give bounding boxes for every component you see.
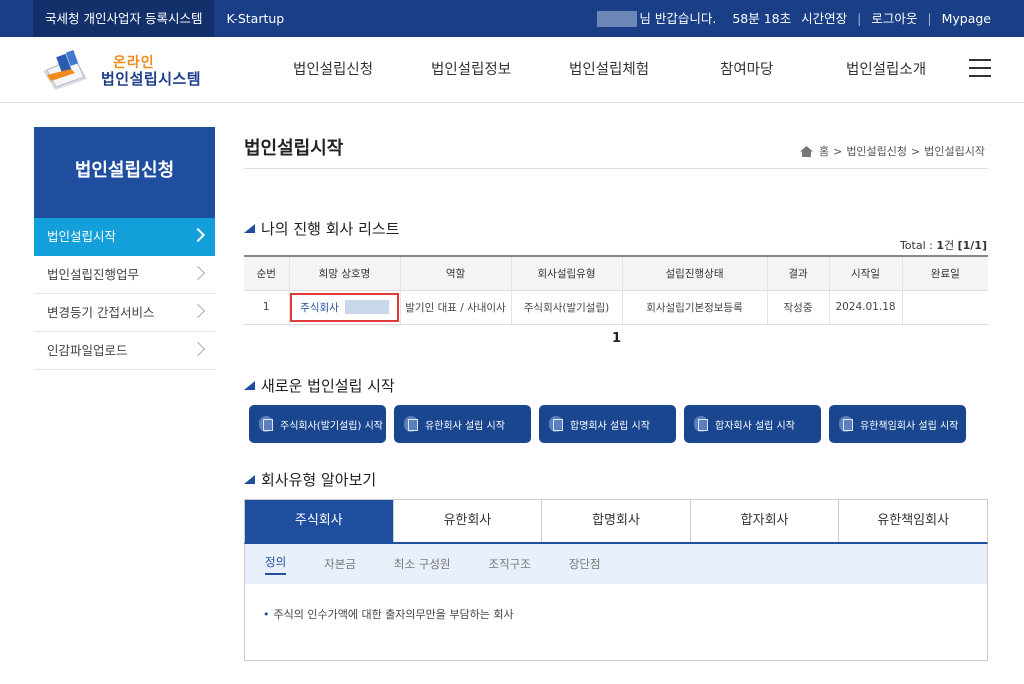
bullet-icon: •	[263, 608, 270, 621]
site-logo[interactable]: 온라인 법인설립시스템	[41, 49, 211, 91]
user-name-masked	[597, 10, 638, 27]
chevron-right-icon	[190, 265, 206, 281]
sidebar-item-start[interactable]: 법인설립시작	[34, 218, 215, 256]
document-icon	[404, 416, 418, 432]
gnb-about[interactable]: 법인설립소개	[846, 37, 926, 103]
logo-line2: 법인설립시스템	[101, 70, 202, 88]
separator: |	[857, 11, 862, 26]
chevron-right-icon	[190, 303, 206, 319]
start-partnership-button[interactable]: 합명회사 설립 시작	[539, 405, 676, 443]
k-startup-link[interactable]: K-Startup	[214, 0, 296, 37]
section-bullet-icon	[244, 381, 255, 390]
sidebar-title: 법인설립신청	[34, 127, 215, 219]
gnb-apply[interactable]: 법인설립신청	[293, 37, 373, 103]
mypage-link[interactable]: Mypage	[942, 0, 991, 37]
start-stock-company-button[interactable]: 주식회사(발기설립) 시작	[249, 405, 386, 443]
page-title: 법인설립시작	[244, 138, 344, 159]
table-row: 1 주식회사 발기인 대표 / 사내이사 주식회사(발기설립) 회사설립기본정보…	[244, 290, 988, 325]
nts-registration-link[interactable]: 국세청 개인사업자 등록시스템	[33, 0, 215, 37]
section-title-new-start: 새로운 법인설립 시작	[244, 375, 395, 396]
table-header-row: 순번 희망 상호명 역할 회사설립유형 설립진행상태 결과 시작일 완료일	[244, 255, 988, 291]
start-limited-company-button[interactable]: 유한회사 설립 시작	[394, 405, 531, 443]
sidebar-item-label: 인감파일업로드	[47, 343, 128, 358]
extend-session-link[interactable]: 시간연장	[801, 0, 847, 37]
gnb-experience[interactable]: 법인설립체험	[569, 37, 649, 103]
sidebar-item-seal-upload[interactable]: 인감파일업로드	[34, 332, 215, 370]
definition-text: • 주식의 인수가액에 대한 출자의무만을 부담하는 회사	[263, 608, 514, 621]
col-type: 회사설립유형	[510, 255, 622, 291]
col-result: 결과	[766, 255, 829, 291]
row-end-date	[901, 290, 988, 325]
sidebar-item-label: 변경등기 간접서비스	[47, 305, 155, 320]
site-header: 온라인 법인설립시스템 법인설립신청 법인설립정보 법인설립체험 참여마당 법인…	[0, 37, 1024, 103]
logo-icon	[43, 50, 87, 90]
chevron-right-icon	[190, 227, 206, 243]
document-icon	[259, 416, 273, 432]
tab-stock-company[interactable]: 주식회사	[245, 500, 393, 542]
row-no: 1	[244, 290, 289, 325]
document-icon	[549, 416, 563, 432]
col-no: 순번	[244, 255, 289, 291]
logout-link[interactable]: 로그아웃	[871, 0, 917, 37]
company-highlight[interactable]: 주식회사	[290, 292, 399, 322]
row-start-date: 2024.01.18	[828, 290, 902, 325]
breadcrumb-home[interactable]: 홈	[819, 143, 829, 159]
row-result: 작성중	[766, 290, 829, 325]
document-icon	[694, 416, 708, 432]
col-start-date: 시작일	[828, 255, 902, 291]
company-name-link[interactable]: 주식회사	[300, 300, 339, 315]
greeting-text: 님 반갑습니다.	[639, 11, 717, 26]
row-type: 주식회사(발기설립)	[510, 290, 622, 325]
tab-partnership[interactable]: 합명회사	[541, 500, 690, 542]
subtab-minimum-members[interactable]: 최소 구성원	[394, 556, 451, 572]
col-end-date: 완료일	[901, 255, 988, 291]
gnb-info[interactable]: 법인설립정보	[431, 37, 511, 103]
total-count: Total : 1건 [1/1]	[899, 239, 987, 252]
subtabs: 정의 자본금 최소 구성원 조직구조 장단점	[245, 544, 987, 584]
top-links: 국세청 개인사업자 등록시스템 K-Startup	[33, 0, 296, 37]
tab-limited-company[interactable]: 유한회사	[392, 500, 542, 542]
user-session: 님 반갑습니다. 58분 18초 시간연장 | 로그아웃 | Mypage	[597, 0, 991, 37]
top-bar: 국세청 개인사업자 등록시스템 K-Startup 님 반갑습니다. 58분 1…	[0, 0, 1024, 37]
section-bullet-icon	[244, 475, 255, 484]
company-name-masked	[344, 300, 389, 314]
pagination-page-1[interactable]: 1	[612, 331, 621, 346]
sidebar-item-registration-change[interactable]: 변경등기 간접서비스	[34, 294, 215, 332]
col-role: 역할	[399, 255, 511, 291]
row-role: 발기인 대표 / 사내이사	[399, 290, 511, 325]
start-limited-partnership-button[interactable]: 합자회사 설립 시작	[684, 405, 821, 443]
sidebar-item-progress[interactable]: 법인설립진행업무	[34, 256, 215, 294]
company-type-panel: 정의 자본금 최소 구성원 조직구조 장단점 • 주식의 인수가액에 대한 출자의…	[244, 544, 988, 661]
breadcrumb-current: 법인설립시작	[924, 145, 985, 158]
section-title-progress: 나의 진행 회사 리스트	[244, 218, 400, 239]
sidebar-item-label: 법인설립진행업무	[47, 267, 140, 282]
separator: |	[927, 11, 932, 26]
subtab-pros-cons[interactable]: 장단점	[569, 556, 601, 572]
document-icon	[839, 416, 853, 432]
company-type-tabs: 주식회사 유한회사 합명회사 합자회사 유한책임회사	[244, 499, 988, 544]
sidebar-item-label: 법인설립시작	[47, 229, 117, 244]
tab-llc[interactable]: 유한책임회사	[838, 500, 987, 542]
menu-icon[interactable]	[969, 59, 991, 79]
breadcrumb: 홈 > 법인설립신청 > 법인설립시작	[799, 143, 985, 159]
home-icon	[799, 145, 813, 157]
chevron-right-icon	[190, 341, 206, 357]
subtab-capital[interactable]: 자본금	[324, 556, 356, 572]
breadcrumb-item[interactable]: 법인설립신청	[846, 143, 907, 159]
row-company: 주식회사	[288, 290, 400, 325]
col-status: 설립진행상태	[621, 255, 767, 291]
subtab-structure[interactable]: 조직구조	[488, 556, 530, 572]
start-buttons: 주식회사(발기설립) 시작 유한회사 설립 시작 합명회사 설립 시작 합자회사…	[249, 405, 966, 443]
start-llc-button[interactable]: 유한책임회사 설립 시작	[829, 405, 966, 443]
session-timer: 58분 18초	[732, 11, 792, 26]
gnb-community[interactable]: 참여마당	[720, 37, 773, 103]
row-status: 회사설립기본정보등록	[621, 290, 767, 325]
progress-table: 순번 희망 상호명 역할 회사설립유형 설립진행상태 결과 시작일 완료일 1 …	[244, 255, 988, 325]
tab-limited-partnership[interactable]: 합자회사	[689, 500, 839, 542]
section-title-company-types: 회사유형 알아보기	[244, 469, 376, 490]
section-bullet-icon	[244, 224, 255, 233]
subtab-definition[interactable]: 정의	[265, 554, 287, 575]
col-company-name: 희망 상호명	[288, 255, 400, 291]
divider	[244, 168, 988, 169]
